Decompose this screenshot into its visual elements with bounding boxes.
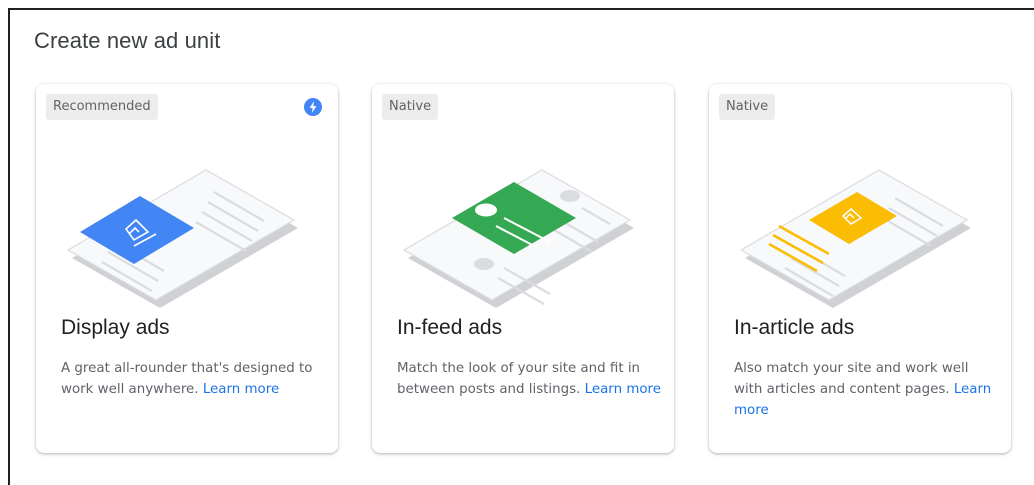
display-ads-card[interactable]: Recommended Display ads A great all-roun… [36,84,338,453]
page-title: Create new ad unit [34,28,221,53]
card-title: In-feed ads [397,316,503,339]
learn-more-link[interactable]: Learn more [585,382,661,397]
native-badge: Native [382,94,439,120]
native-badge: Native [719,94,776,120]
bolt-icon [304,98,322,116]
in-article-ads-card[interactable]: Native In-article ads Also match your si… [709,84,1011,453]
card-description: Also match your site and work well with … [734,358,999,421]
in-article-ads-illustration [739,169,971,308]
card-title: In-article ads [734,316,855,339]
recommended-badge: Recommended [46,94,158,120]
in-feed-ads-card[interactable]: Native In-feed ads Match the look of you… [372,84,674,453]
card-description: A great all-rounder that's designed to w… [61,358,326,400]
description-text: Also match your site and work well with … [734,361,969,397]
display-ads-illustration [66,169,298,308]
in-feed-ads-illustration [402,169,634,308]
learn-more-link[interactable]: Learn more [203,382,279,397]
card-description: Match the look of your site and fit in b… [397,358,662,400]
card-title: Display ads [61,316,170,339]
